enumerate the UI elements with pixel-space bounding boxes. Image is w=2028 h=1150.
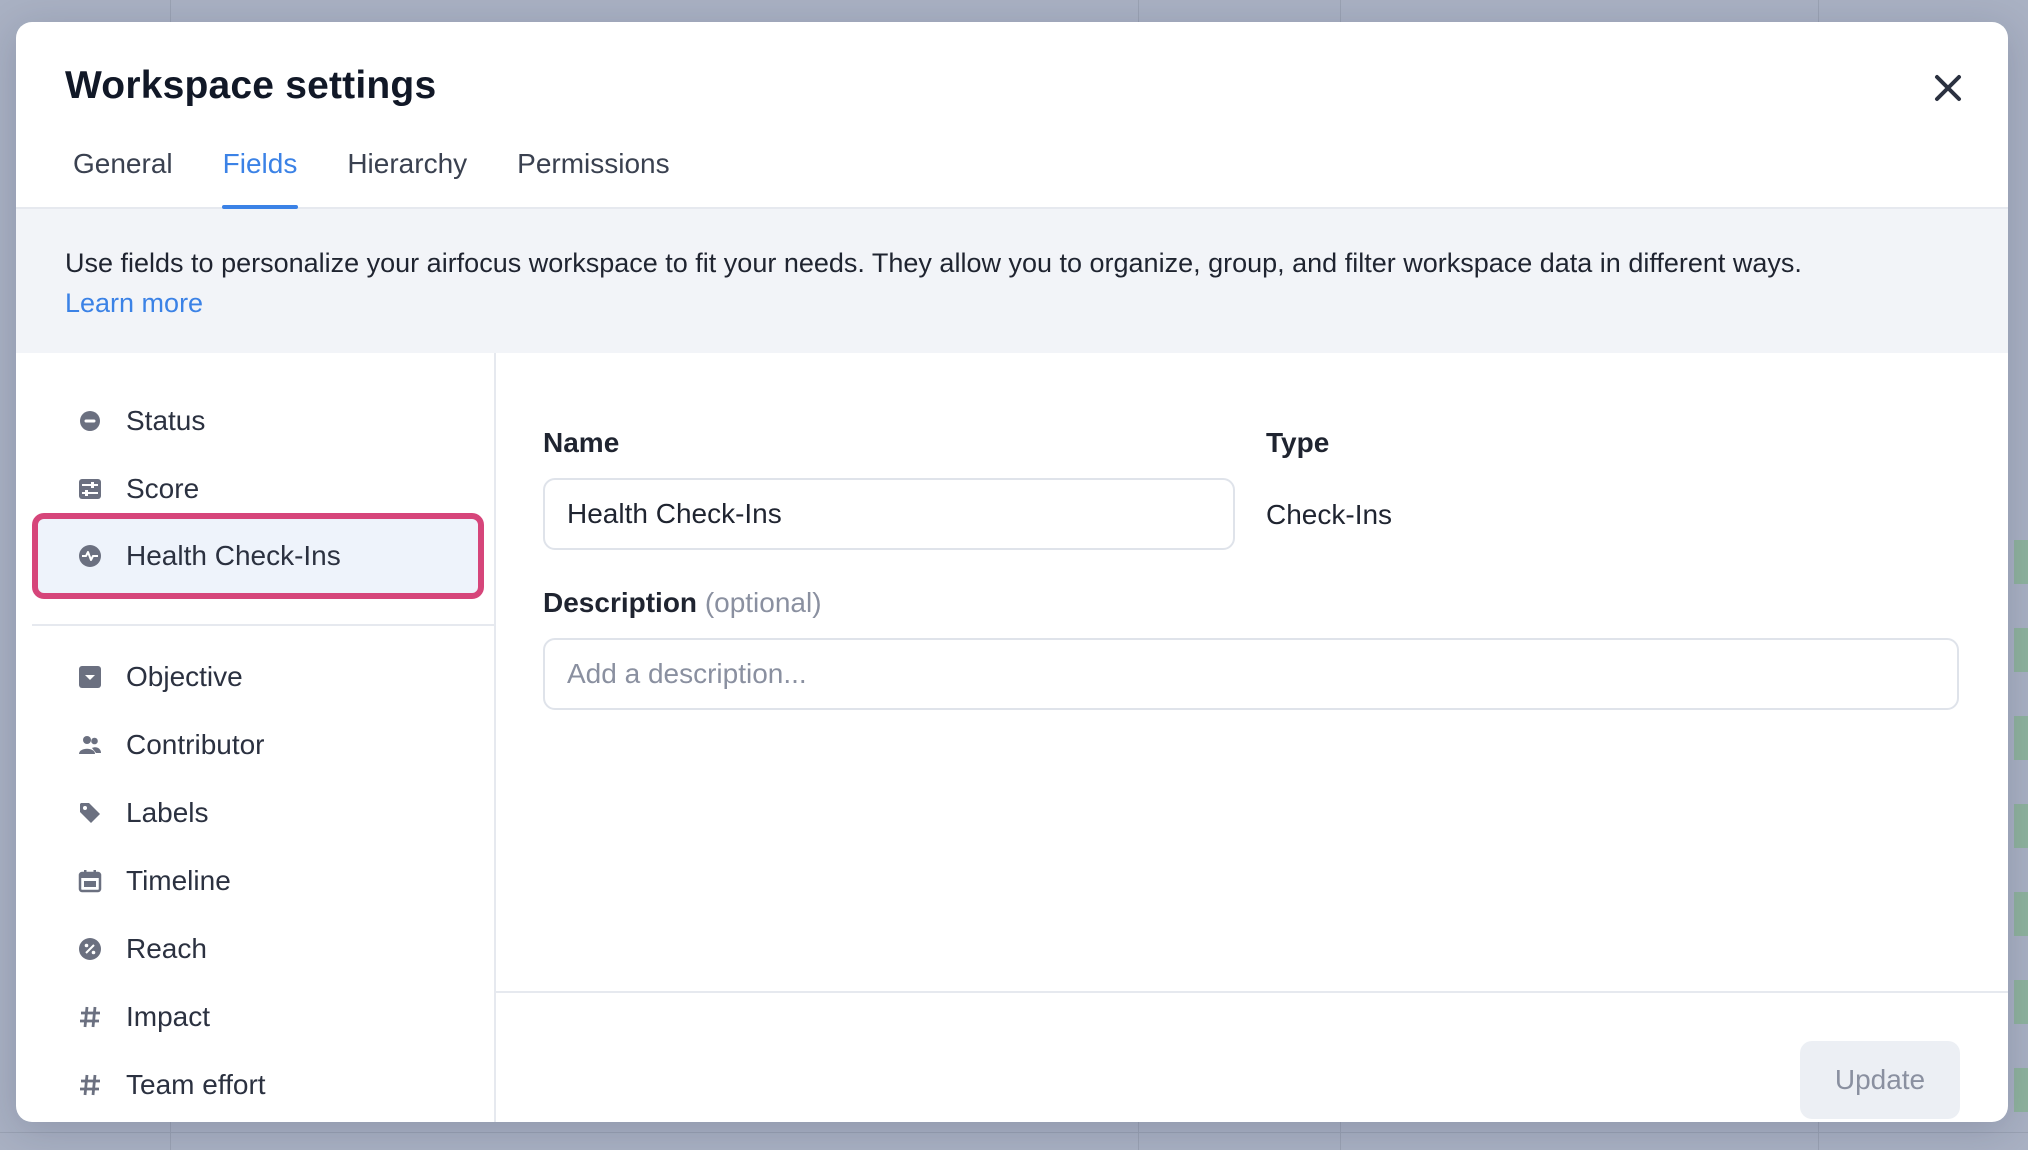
- sidebar-item-label: Objective: [126, 661, 243, 692]
- description-label: Description (optional): [543, 587, 822, 619]
- tab-fields[interactable]: Fields: [221, 144, 299, 209]
- fields-sidebar: Status Score Health Check-Ins Objective …: [16, 353, 496, 1122]
- status-circle-icon: [78, 409, 102, 433]
- sidebar-item-objective[interactable]: Objective: [32, 643, 482, 711]
- pulse-icon: [78, 544, 102, 568]
- modal-title: Workspace settings: [65, 64, 437, 107]
- sidebar-divider: [32, 624, 494, 626]
- name-label: Name: [543, 427, 620, 458]
- name-input[interactable]: [543, 478, 1235, 550]
- close-icon: [1935, 75, 1961, 101]
- sidebar-item-reach[interactable]: Reach: [32, 915, 482, 983]
- update-button[interactable]: Update: [1800, 1041, 1960, 1119]
- modal-header: Workspace settings General Fields Hierar…: [16, 22, 2008, 209]
- percent-icon: [78, 937, 102, 961]
- info-description: Use fields to personalize your airfocus …: [65, 248, 1802, 278]
- sidebar-item-health-check-ins[interactable]: Health Check-Ins: [32, 513, 484, 599]
- sidebar-item-impact[interactable]: Impact: [32, 983, 482, 1051]
- sidebar-item-label: Score: [126, 473, 200, 504]
- form-footer-divider: [494, 991, 2008, 993]
- learn-more-link[interactable]: Learn more: [65, 288, 203, 318]
- fields-content: Status Score Health Check-Ins Objective …: [16, 353, 2008, 1122]
- sidebar-item-label: Timeline: [126, 865, 231, 896]
- score-sliders-icon: [78, 477, 102, 501]
- tab-permissions[interactable]: Permissions: [516, 144, 670, 207]
- close-button[interactable]: [1926, 66, 1970, 110]
- sidebar-item-label: Team effort: [126, 1069, 266, 1100]
- optional-hint: (optional): [704, 587, 822, 618]
- calendar-icon: [78, 869, 102, 893]
- workspace-settings-modal: Workspace settings General Fields Hierar…: [16, 22, 2008, 1122]
- sidebar-item-label: Contributor: [126, 729, 265, 760]
- sidebar-item-status[interactable]: Status: [32, 387, 482, 455]
- type-value: Check-Ins: [1266, 499, 1393, 530]
- tab-general[interactable]: General: [72, 144, 174, 207]
- users-icon: [78, 733, 102, 757]
- hash-icon: [78, 1005, 102, 1029]
- sidebar-item-label: Health Check-Ins: [126, 540, 341, 571]
- dropdown-box-icon: [78, 665, 102, 689]
- type-label: Type: [1266, 427, 1330, 458]
- sidebar-item-timeline[interactable]: Timeline: [32, 847, 482, 915]
- info-text: Use fields to personalize your airfocus …: [65, 243, 1968, 323]
- sidebar-item-team-effort[interactable]: Team effort: [32, 1051, 482, 1119]
- tab-hierarchy[interactable]: Hierarchy: [346, 144, 468, 207]
- tag-icon: [78, 801, 102, 825]
- settings-tabs: General Fields Hierarchy Permissions: [72, 144, 671, 209]
- description-label-text: Description: [543, 587, 698, 618]
- sidebar-item-contributor[interactable]: Contributor: [32, 711, 482, 779]
- sidebar-item-label: Impact: [126, 1001, 211, 1032]
- field-edit-form: Name Type Check-Ins Description (optiona…: [494, 353, 2008, 1122]
- info-banner: Use fields to personalize your airfocus …: [16, 209, 2008, 353]
- description-input[interactable]: [543, 638, 1959, 710]
- sidebar-item-label: Reach: [126, 933, 207, 964]
- sidebar-item-labels[interactable]: Labels: [32, 779, 482, 847]
- hash-icon: [78, 1073, 102, 1097]
- sidebar-item-label: Labels: [126, 797, 209, 828]
- sidebar-item-label: Status: [126, 405, 206, 436]
